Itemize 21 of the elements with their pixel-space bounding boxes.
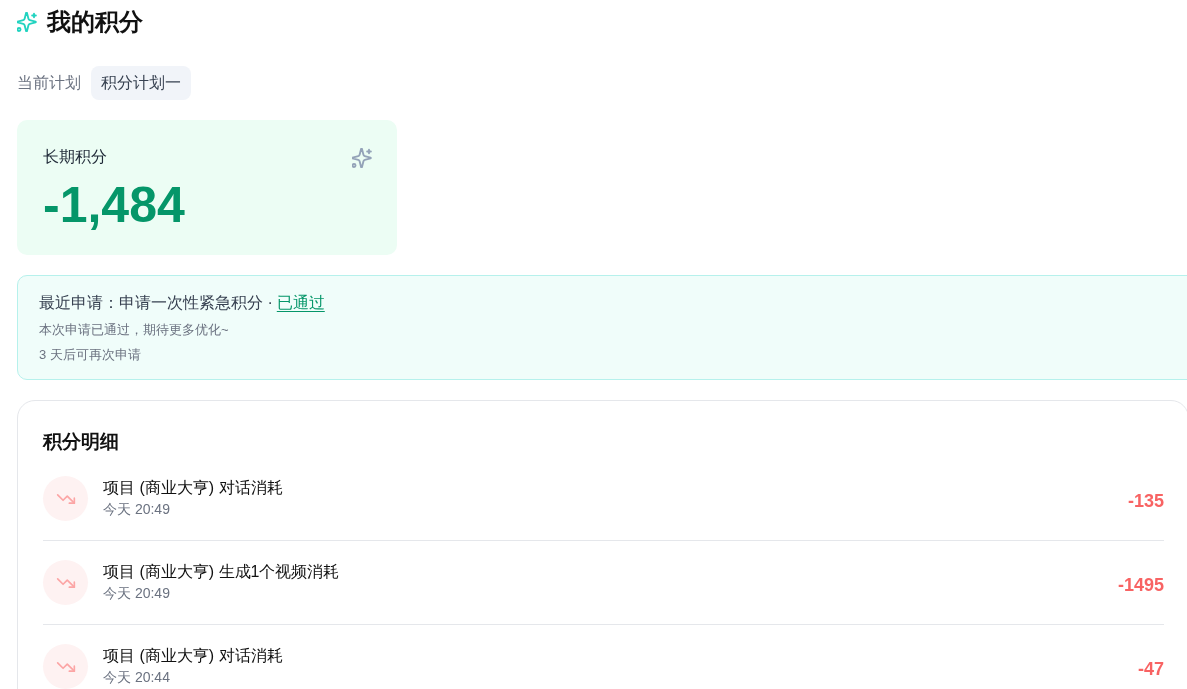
- sparkles-icon: [17, 12, 37, 32]
- cooldown-text: 3 天后可再次申请: [39, 346, 141, 364]
- status-link[interactable]: 已通过: [276, 291, 325, 315]
- sparkles-icon: [352, 148, 372, 168]
- plan-chip: 积分计划一: [91, 66, 191, 100]
- entry-amount: -47: [1138, 657, 1164, 681]
- balance-value: -1,484: [43, 177, 185, 233]
- entry-time: 今天 20:49: [103, 585, 170, 602]
- entry-title: 项目 (商业大亨) 对话消耗: [103, 478, 283, 498]
- recent-application-text: 最近申请：申请一次性紧急积分 ·: [39, 293, 273, 313]
- notice-message: 本次申请已通过，期待更多优化~: [39, 321, 229, 339]
- entry-time: 今天 20:44: [103, 669, 170, 686]
- page-title: 我的积分: [47, 8, 143, 36]
- entry-title: 项目 (商业大亨) 生成1个视频消耗: [103, 562, 340, 582]
- plan-label: 当前计划: [17, 72, 81, 93]
- entry-title: 项目 (商业大亨) 对话消耗: [103, 646, 283, 666]
- entry-amount: -1495: [1117, 573, 1164, 597]
- entry-time: 今天 20:49: [103, 501, 170, 518]
- entry-amount: -135: [1127, 489, 1164, 513]
- details-title: 积分明细: [43, 430, 119, 454]
- balance-label: 长期积分: [43, 147, 107, 167]
